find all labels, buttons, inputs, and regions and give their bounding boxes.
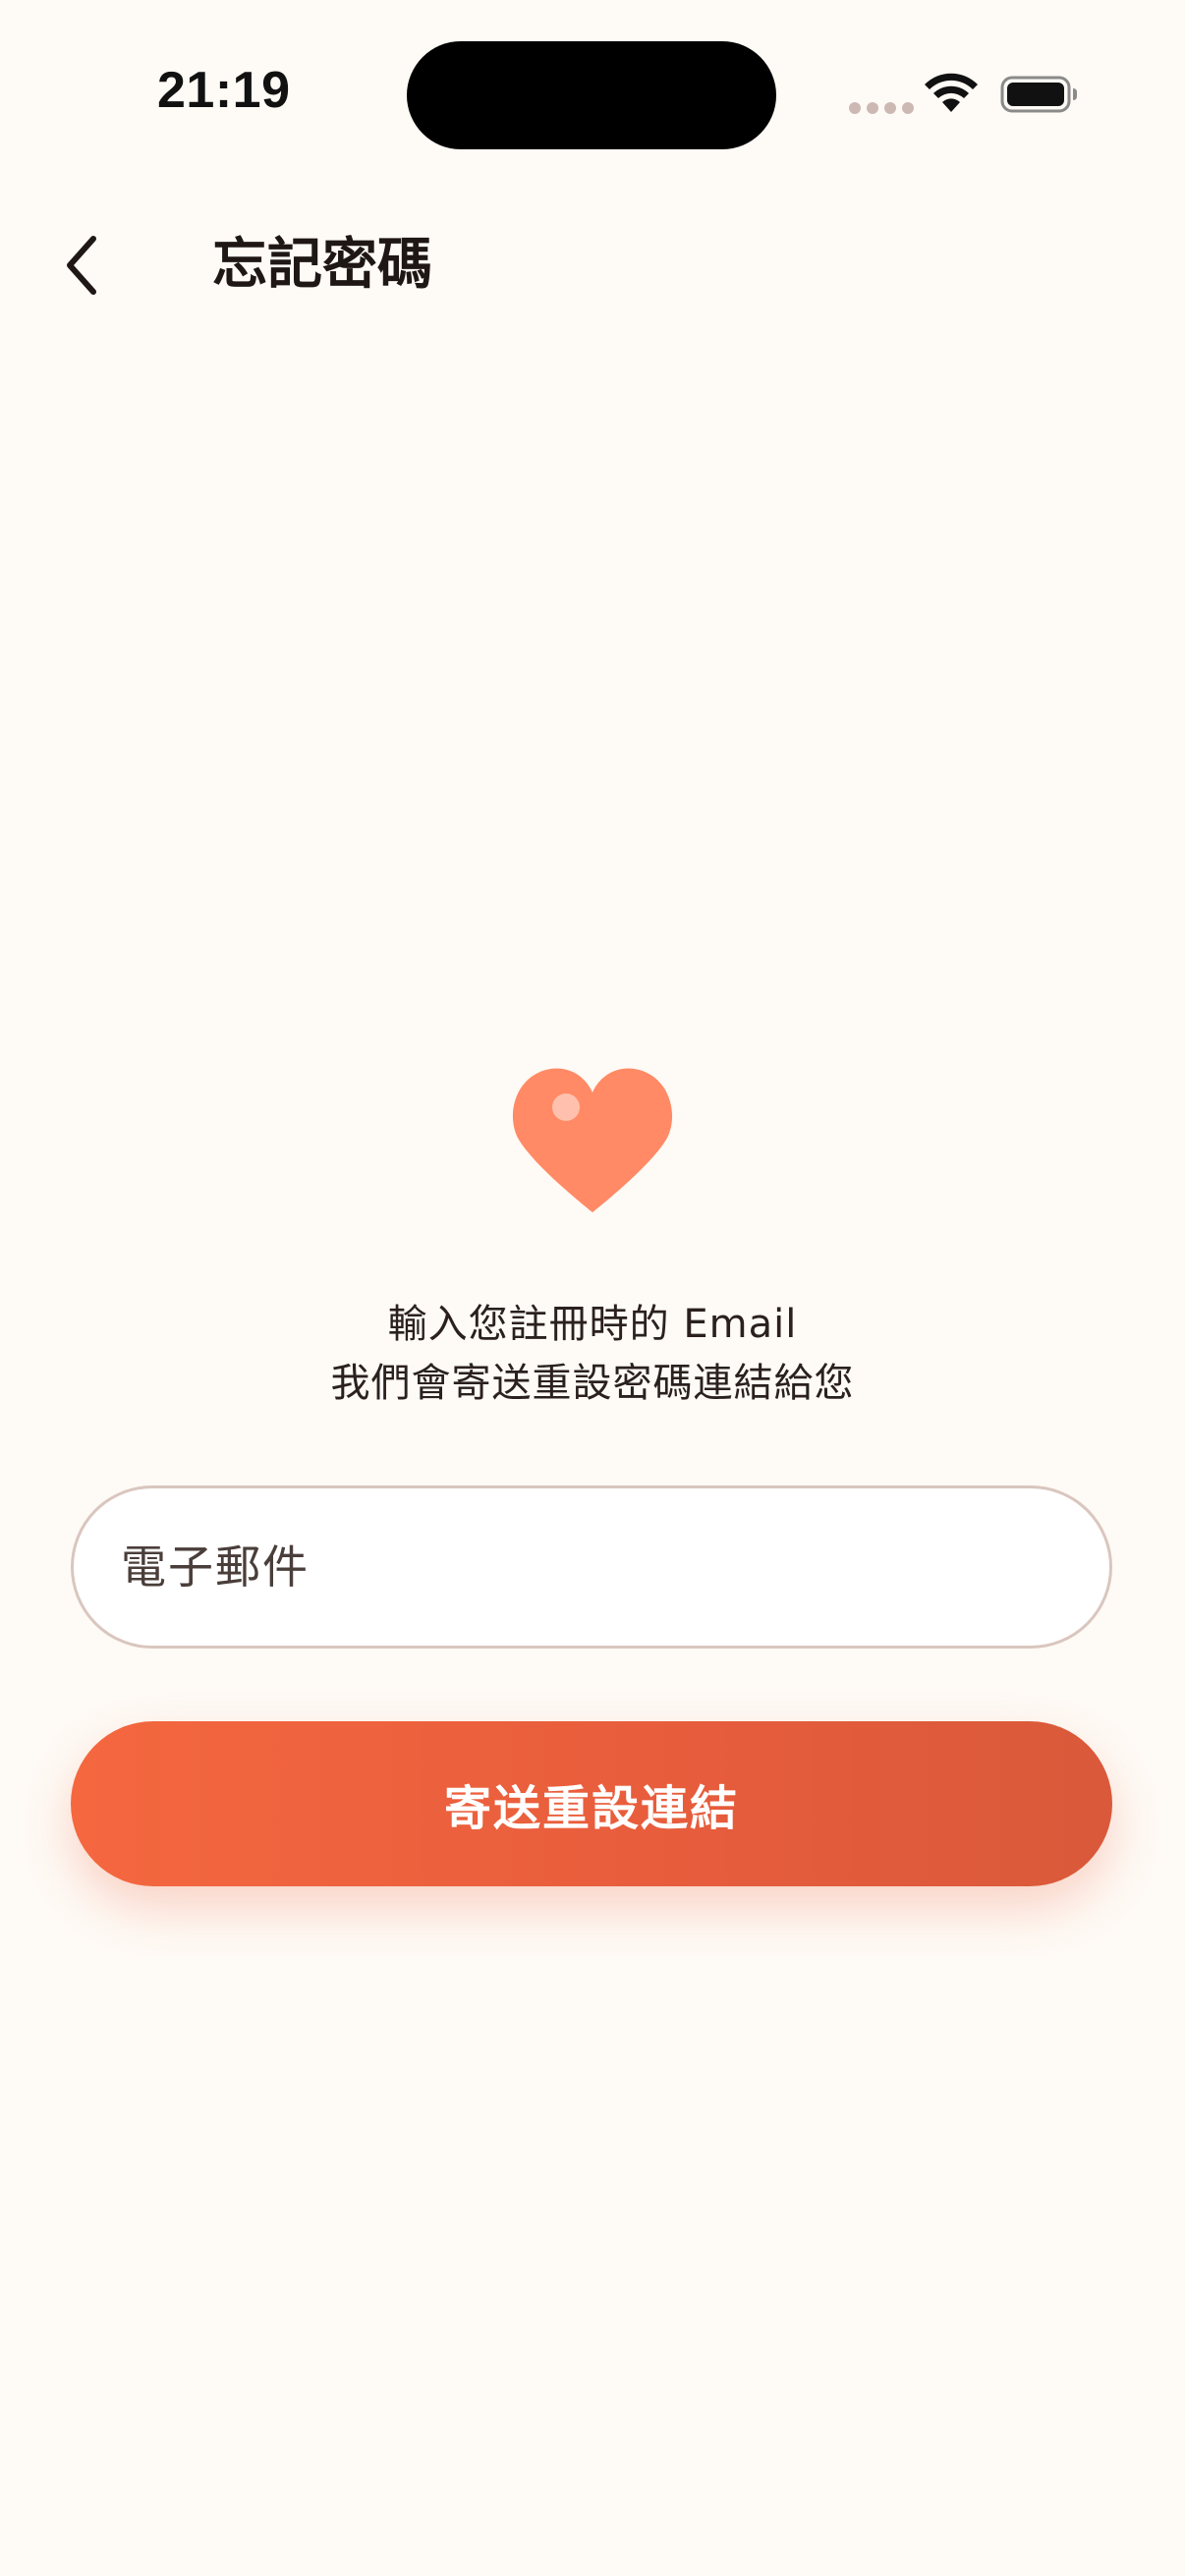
heart-icon [512,1068,673,1212]
cellular-signal-icon [849,102,914,114]
intro-line-1: 輸入您註冊時的 Email [387,1302,798,1347]
wifi-icon [925,73,978,112]
status-bar: 21:19 [0,0,1185,196]
nav-bar: 忘記密碼 [0,216,1185,314]
page-title: 忘記密碼 [212,233,432,297]
intro-text: 輸入您註冊時的 Email 我們會寄送重設密碼連結給您 [0,1295,1185,1413]
battery-icon [1000,76,1077,113]
status-time: 21:19 [157,62,291,119]
email-field[interactable] [71,1485,1112,1649]
back-button[interactable] [43,226,122,305]
dynamic-island [407,41,776,149]
intro-line-2: 我們會寄送重設密碼連結給您 [330,1361,855,1406]
chevron-left-icon [67,236,96,295]
send-reset-link-button[interactable]: 寄送重設連結 [71,1721,1112,1886]
